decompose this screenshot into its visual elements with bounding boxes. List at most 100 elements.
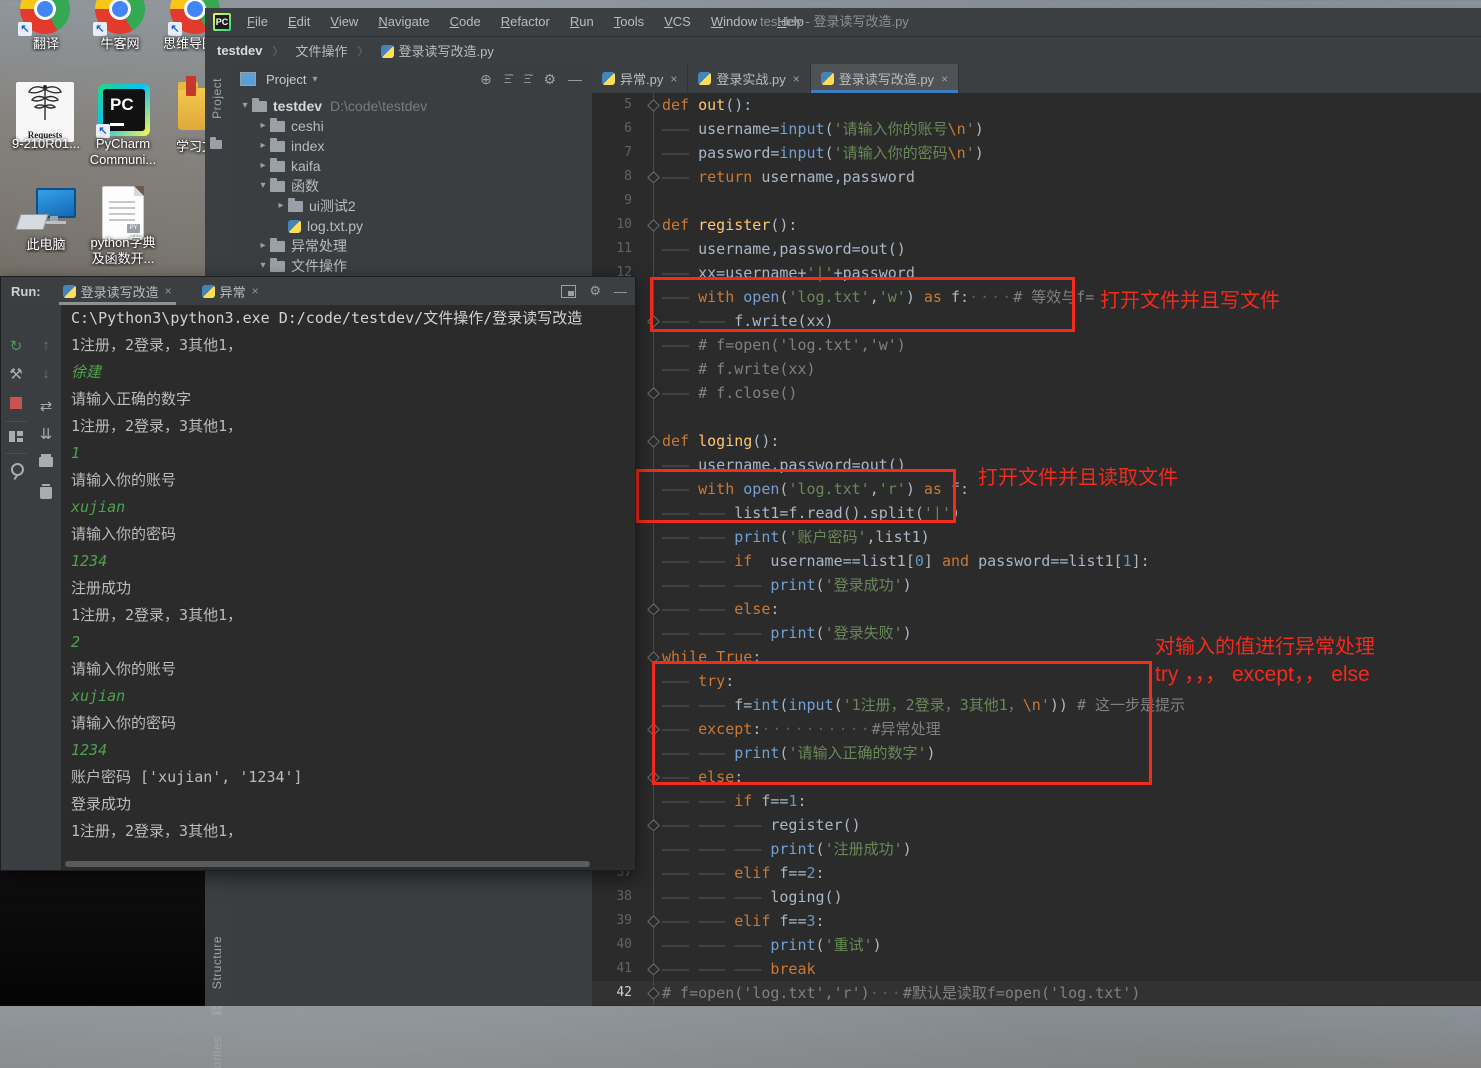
code-line-15[interactable]: 15——— # f=open('log.txt','w'): [592, 333, 1481, 357]
tree-item-异常处理[interactable]: ▸ 异常处理: [228, 236, 592, 256]
pin-tab-icon[interactable]: [11, 463, 24, 476]
rerun-icon[interactable]: ↻: [1, 337, 31, 355]
code-line-26[interactable]: 26——— ——— else:: [592, 597, 1481, 621]
editor-tab-1[interactable]: 登录实战.py ×: [688, 64, 811, 93]
menu-run[interactable]: Run: [560, 8, 604, 36]
fold-end-icon[interactable]: [647, 171, 660, 184]
locate-file-icon[interactable]: ⊕: [480, 71, 492, 88]
code-line-10[interactable]: 10 def register():: [592, 213, 1481, 237]
code-line-17[interactable]: 17——— # f.close(): [592, 381, 1481, 405]
tree-item-index[interactable]: ▸ index: [228, 136, 592, 156]
tool-button-favorites[interactable]: orites: [210, 1036, 224, 1068]
project-view-caret-icon[interactable]: ▾: [312, 74, 317, 85]
tree-item-文件操作[interactable]: ▾ 文件操作: [228, 256, 592, 276]
tree-item-函数[interactable]: ▾ 函数: [228, 176, 592, 196]
fold-collapse-icon[interactable]: [647, 435, 660, 448]
code-line-37[interactable]: 37 ——— ——— elif f==2:: [592, 861, 1481, 885]
desktop-icon-翻译[interactable]: ↖: [18, 0, 70, 36]
hide-run-window-icon[interactable]: —: [614, 284, 627, 299]
run-console-output[interactable]: C:\Python3\python3.exe D:/code/testdev/文…: [61, 305, 635, 870]
tree-chevron-icon[interactable]: ▸: [274, 196, 288, 216]
menu-view[interactable]: View: [320, 8, 368, 36]
code-line-9[interactable]: 9: [592, 189, 1481, 213]
code-line-6[interactable]: 6 ——— username=input('请输入你的账号\n'): [592, 117, 1481, 141]
tree-chevron-icon[interactable]: ▾: [256, 176, 270, 196]
menu-edit[interactable]: Edit: [278, 8, 320, 36]
code-line-16[interactable]: 16——— # f.write(xx): [592, 357, 1481, 381]
print-console-icon[interactable]: [39, 454, 53, 467]
console-horizontal-scrollbar[interactable]: [65, 861, 590, 867]
editor-tab-0[interactable]: 异常.py ×: [592, 64, 689, 93]
tree-chevron-icon[interactable]: ▸: [256, 136, 270, 156]
fold-collapse-icon[interactable]: [647, 915, 660, 928]
run-tab-0[interactable]: 登录读写改造 ×: [55, 277, 180, 305]
desktop-icon-pycharm[interactable]: PC ↖: [96, 84, 150, 138]
code-line-11[interactable]: 11 ——— username,password=out(): [592, 237, 1481, 261]
hide-panel-icon[interactable]: —: [568, 71, 582, 87]
fold-collapse-icon[interactable]: [647, 219, 660, 232]
expand-all-icon[interactable]: Ξ̂: [504, 72, 512, 86]
code-line-39[interactable]: 39 ——— ——— elif f==3:: [592, 909, 1481, 933]
clear-console-icon[interactable]: [40, 484, 52, 499]
tree-chevron-icon[interactable]: ▾: [238, 96, 252, 116]
code-line-18[interactable]: 18: [592, 405, 1481, 429]
edit-configuration-wrench-icon[interactable]: ⚒: [1, 365, 31, 383]
close-tab-icon[interactable]: ×: [941, 72, 948, 86]
fold-collapse-icon[interactable]: [647, 99, 660, 112]
fold-end-icon[interactable]: [647, 819, 660, 832]
code-line-7[interactable]: 7 ——— password=input('请输入你的密码\n'): [592, 141, 1481, 165]
structure-tool-icon[interactable]: [211, 1006, 222, 1015]
fold-end-icon[interactable]: [647, 603, 660, 616]
code-editor[interactable]: 5 def out(): 6 ——— username=input('请输入你的账号\…: [592, 93, 1481, 1006]
tree-chevron-icon[interactable]: ▸: [256, 156, 270, 176]
menu-file[interactable]: File: [237, 8, 278, 36]
tree-chevron-icon[interactable]: ▸: [256, 116, 270, 136]
code-line-19[interactable]: 19def loging():: [592, 429, 1481, 453]
code-line-42[interactable]: 42 # f=open('log.txt','r')···#默认是读取f=open…: [592, 981, 1481, 1005]
tree-item-kaifa[interactable]: ▸ kaifa: [228, 156, 592, 176]
fold-end-icon[interactable]: [647, 387, 660, 400]
menu-refactor[interactable]: Refactor: [491, 8, 560, 36]
code-line-34[interactable]: 34——— ——— if f==1:: [592, 789, 1481, 813]
close-tab-icon[interactable]: ×: [793, 72, 800, 86]
tool-button-structure[interactable]: Structure: [210, 936, 224, 989]
tree-chevron-icon[interactable]: ▾: [256, 256, 270, 276]
code-line-8[interactable]: 8 ——— return username,password: [592, 165, 1481, 189]
project-tool-icon[interactable]: [210, 137, 222, 149]
code-line-36[interactable]: 36——— ——— ——— print('注册成功'): [592, 837, 1481, 861]
code-line-40[interactable]: 40 ——— ——— ——— print('重试'): [592, 933, 1481, 957]
menu-code[interactable]: Code: [440, 8, 491, 36]
project-view-title[interactable]: Project: [266, 72, 306, 87]
menu-navigate[interactable]: Navigate: [368, 8, 439, 36]
tool-button-project[interactable]: Project: [210, 78, 224, 119]
breadcrumb-item[interactable]: 文件操作: [296, 41, 348, 60]
breadcrumb-item[interactable]: 登录读写改造.py: [380, 41, 494, 60]
close-tab-icon[interactable]: ×: [670, 72, 677, 86]
code-line-35[interactable]: 35——— ——— ——— register(): [592, 813, 1481, 837]
stop-icon[interactable]: [10, 397, 22, 409]
editor-tab-2[interactable]: 登录读写改造.py ×: [810, 64, 960, 93]
tree-item-testdev[interactable]: ▾ testdev D:\code\testdev: [228, 96, 592, 116]
tree-item-log.txt.py[interactable]: log.txt.py: [228, 216, 592, 236]
soft-wrap-icon[interactable]: ⇄: [31, 397, 61, 415]
breadcrumb-item[interactable]: testdev: [217, 43, 263, 58]
collapse-all-icon[interactable]: Ξ̌: [524, 72, 532, 86]
tree-item-ui测试2[interactable]: ▸ ui测试2: [228, 196, 592, 216]
desktop-icon-this-pc[interactable]: [15, 188, 76, 238]
scroll-to-end-icon[interactable]: ⇊: [31, 425, 61, 443]
close-tab-icon[interactable]: ×: [165, 284, 172, 298]
code-line-5[interactable]: 5 def out():: [592, 93, 1481, 117]
down-stack-trace-icon[interactable]: ↓: [31, 365, 61, 382]
dock-window-icon[interactable]: [561, 284, 577, 298]
desktop-icon-requests[interactable]: Requests: [16, 82, 74, 142]
up-stack-trace-icon[interactable]: ↑: [31, 337, 61, 354]
code-line-25[interactable]: 25——— ——— ——— print('登录成功'): [592, 573, 1481, 597]
desktop-icon-牛客网[interactable]: ↖: [93, 0, 145, 36]
restore-layout-icon[interactable]: [9, 431, 23, 442]
tree-chevron-icon[interactable]: ▸: [256, 236, 270, 256]
menu-window[interactable]: Window: [701, 8, 767, 36]
fold-collapse-icon[interactable]: [647, 987, 660, 1000]
run-tab-1[interactable]: 异常 ×: [194, 277, 267, 305]
menu-tools[interactable]: Tools: [604, 8, 654, 36]
tree-item-ceshi[interactable]: ▸ ceshi: [228, 116, 592, 136]
